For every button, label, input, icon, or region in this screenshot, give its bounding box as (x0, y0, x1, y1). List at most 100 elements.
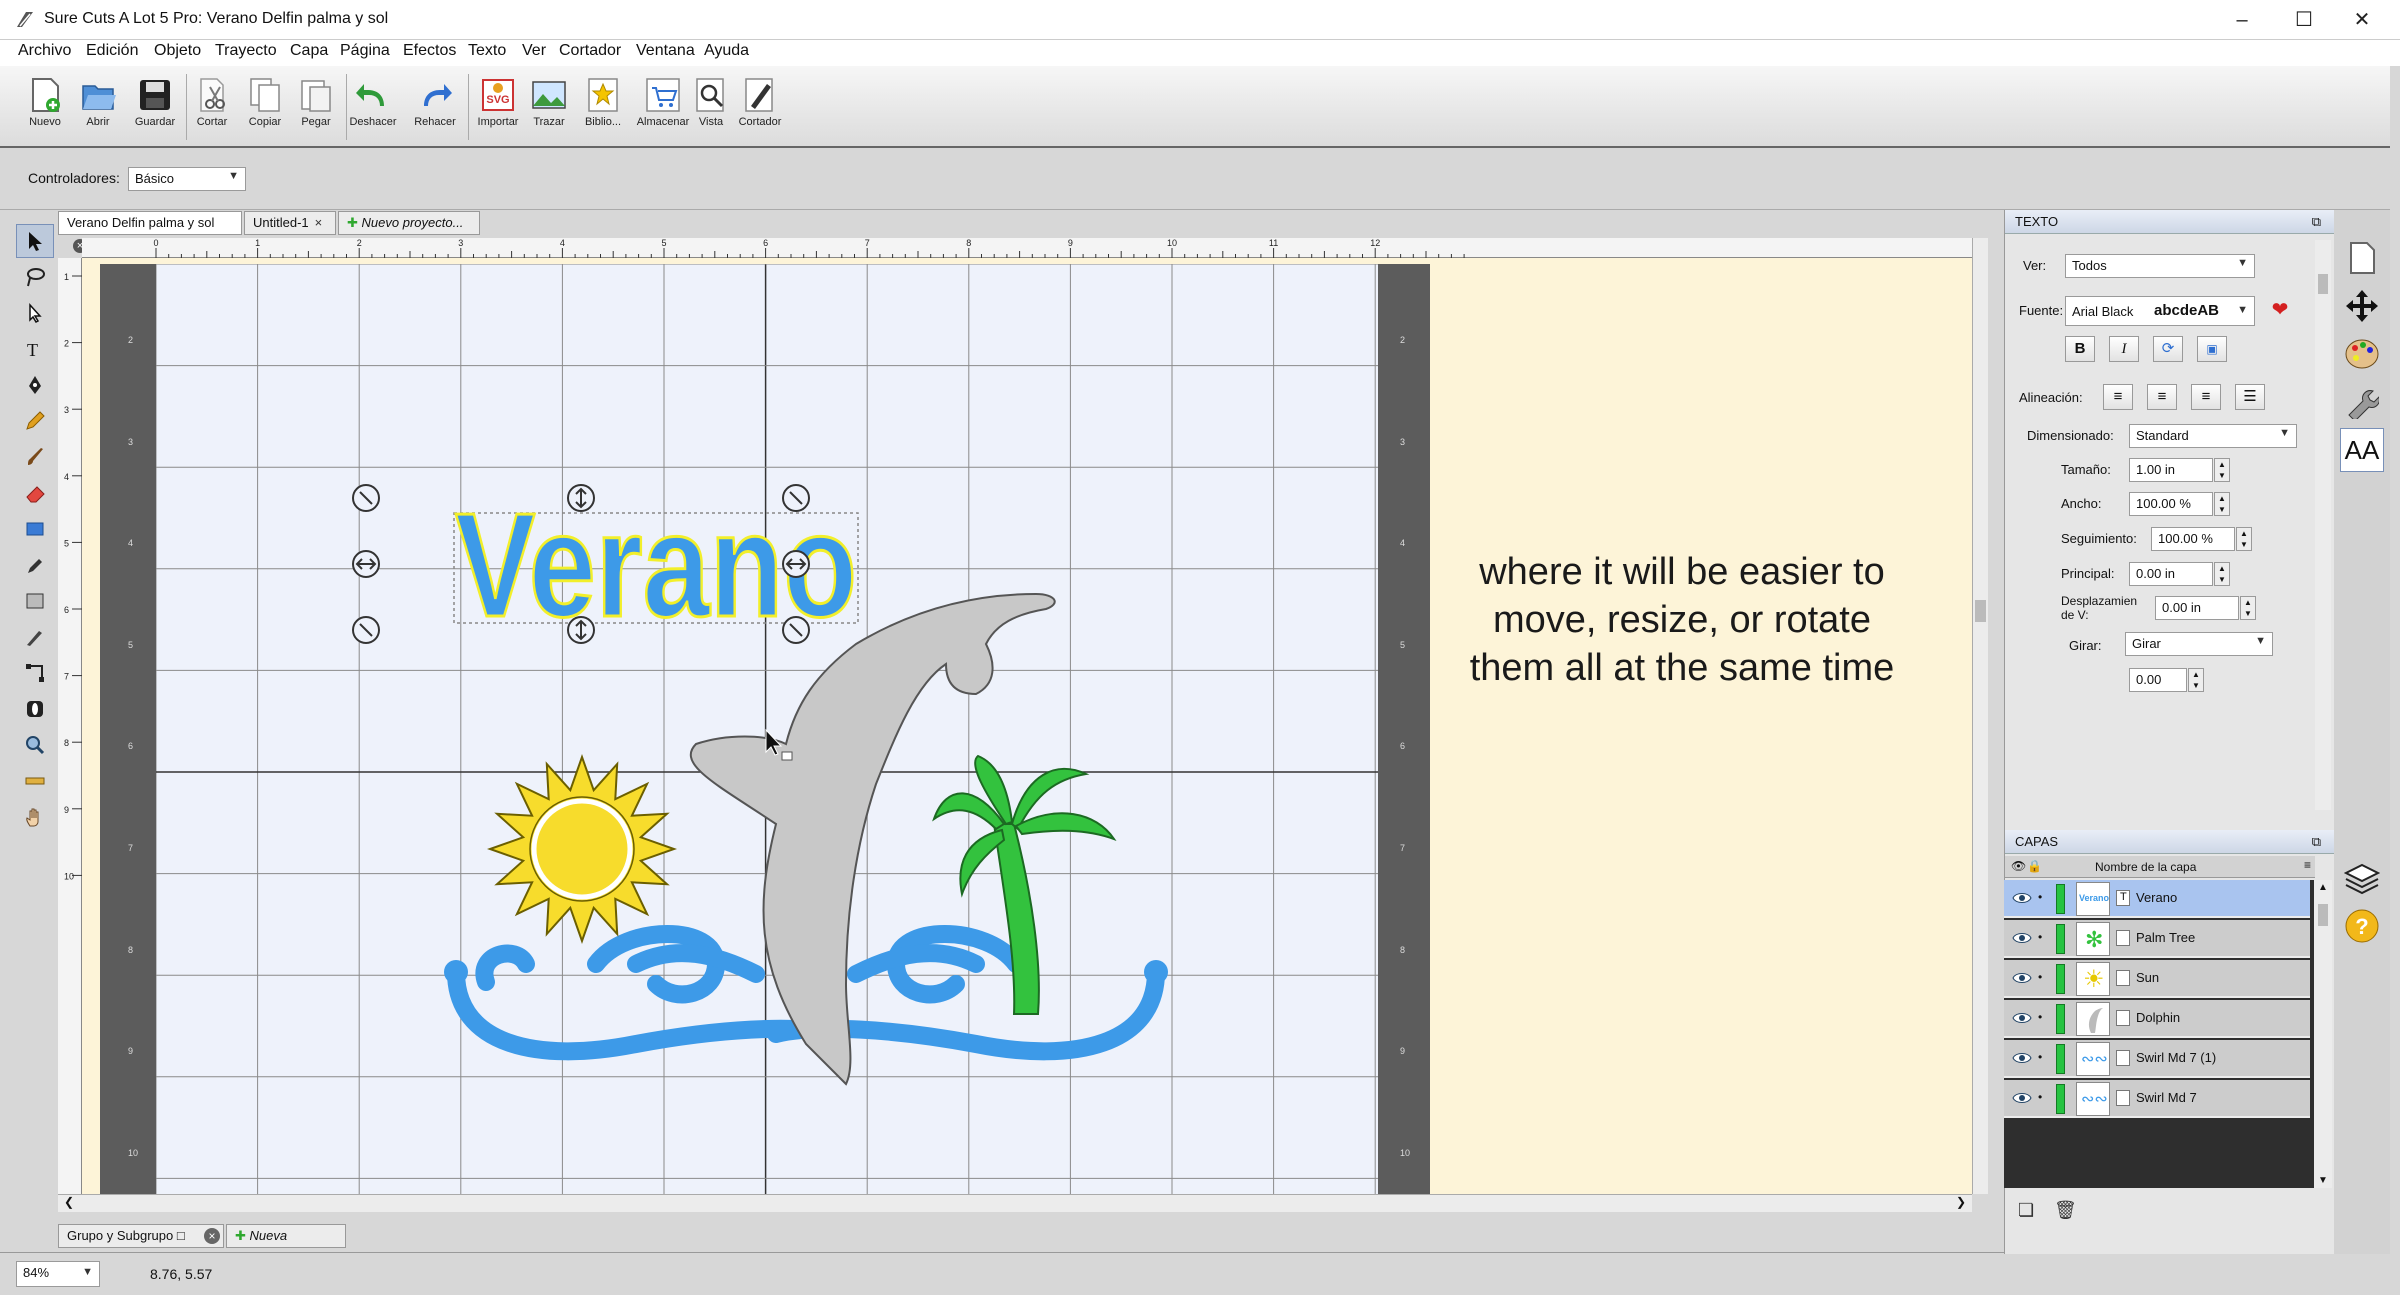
tracking-field[interactable]: 100.00 % ▲ ▼ (2151, 527, 2252, 551)
zoom-tool[interactable] (16, 728, 54, 762)
redo-button[interactable]: Rehacer (408, 70, 462, 144)
layers-scrollbar[interactable]: ▲ ▼ (2314, 880, 2332, 1188)
undock-icon[interactable]: ⧉ (2312, 210, 2321, 234)
leading-field[interactable]: 0.00 in ▲ ▼ (2129, 562, 2230, 586)
scroll-thumb[interactable] (2318, 274, 2328, 294)
scroll-up-icon[interactable]: ▲ (2318, 882, 2328, 893)
copy-button[interactable]: Copiar (238, 70, 292, 144)
layer-color-swatch[interactable] (2056, 1044, 2065, 1074)
color-dock-button[interactable] (2340, 332, 2384, 376)
bold-button[interactable]: B (2065, 336, 2095, 362)
layers-dock-button[interactable] (2340, 856, 2384, 900)
pen-tool[interactable] (16, 368, 54, 402)
tab-new-project[interactable]: ✚ Nuevo proyecto... (338, 211, 480, 235)
eye-icon[interactable] (2012, 1051, 2032, 1065)
align-right-button[interactable]: ≡ (2191, 384, 2221, 410)
view-select[interactable]: Todos ▼ (2065, 254, 2255, 278)
zoom-select[interactable]: 84% ▼ (16, 1261, 100, 1287)
lasso-tool[interactable] (16, 260, 54, 294)
menu-objeto[interactable]: Objeto (154, 42, 201, 60)
reset-style-button[interactable]: ⟳ (2153, 336, 2183, 362)
font-select[interactable]: Arial Black abcdeAB ▼ (2065, 296, 2255, 326)
layer-color-swatch[interactable] (2056, 924, 2065, 954)
menu-archivo[interactable]: Archivo (18, 42, 71, 60)
spinner-arrows-icon[interactable]: ▲ ▼ (2240, 596, 2256, 620)
eye-icon[interactable] (2012, 1091, 2032, 1105)
preview-button[interactable]: Vista (684, 70, 738, 144)
vertical-offset-field[interactable]: 0.00 in ▲ ▼ (2155, 596, 2256, 620)
spinner-arrows-icon[interactable]: ▲ ▼ (2214, 492, 2230, 516)
open-button[interactable]: Abrir (71, 70, 125, 144)
trace-button[interactable]: Trazar (522, 70, 576, 144)
menu-trayecto[interactable]: Trayecto (215, 42, 277, 60)
scroll-right-icon[interactable]: ❯ (1956, 1195, 1966, 1209)
save-button[interactable]: Guardar (128, 70, 182, 144)
minimize-button[interactable]: – (2212, 0, 2272, 40)
spinner-arrows-icon[interactable]: ▲ ▼ (2214, 562, 2230, 586)
layer-row-dolphin[interactable]: • Dolphin (2004, 1000, 2310, 1038)
menu-ver[interactable]: Ver (522, 42, 546, 60)
layer-color-swatch[interactable] (2056, 884, 2065, 914)
scroll-left-icon[interactable]: ❮ (64, 1195, 74, 1209)
horizontal-scrollbar[interactable]: ❮ ❯ (58, 1194, 1972, 1212)
eyedropper-tool[interactable] (16, 548, 54, 582)
eye-icon[interactable] (2012, 1011, 2032, 1025)
menu-edicion[interactable]: Edición (86, 42, 138, 60)
undock-icon[interactable]: ⧉ (2312, 830, 2321, 854)
select-tool[interactable] (16, 224, 54, 258)
text-tool[interactable]: T (16, 332, 54, 366)
close-button[interactable]: ✕ (2332, 0, 2392, 40)
path-tool[interactable] (16, 656, 54, 690)
pencil-tool[interactable] (16, 404, 54, 438)
layer-row-sun[interactable]: • ☀ Sun (2004, 960, 2310, 998)
size-field[interactable]: 1.00 in ▲ ▼ (2129, 458, 2230, 482)
menu-lines-icon[interactable]: ≡ (2304, 858, 2311, 872)
cut-button[interactable]: Cortar (185, 70, 239, 144)
layer-row-swirl-1[interactable]: • ∾∾ Swirl Md 7 (1) (2004, 1040, 2310, 1078)
favorite-font-button[interactable]: ❤ (2265, 298, 2295, 324)
document-dock-button[interactable] (2340, 236, 2384, 280)
maximize-button[interactable]: ☐ (2274, 0, 2334, 40)
close-tab-icon[interactable]: × (315, 215, 323, 230)
menu-pagina[interactable]: Página (340, 42, 390, 60)
undo-button[interactable]: Deshacer (346, 70, 400, 144)
scroll-thumb[interactable] (2318, 904, 2328, 926)
help-dock-button[interactable]: ? (2340, 904, 2384, 948)
design-canvas[interactable]: Verano where it will be easier to move, … (82, 258, 1972, 1194)
rotate-select[interactable]: Girar ▼ (2125, 632, 2273, 656)
shape-tool[interactable] (16, 512, 54, 546)
scroll-thumb[interactable] (1975, 600, 1986, 622)
layer-color-swatch[interactable] (2056, 1084, 2065, 1114)
tools-dock-button[interactable] (2340, 380, 2384, 424)
spinner-arrows-icon[interactable]: ▲ ▼ (2214, 458, 2230, 482)
eye-icon[interactable] (2012, 891, 2032, 905)
sizing-select[interactable]: Standard ▼ (2129, 424, 2297, 448)
lock-dot-icon[interactable]: • (2038, 970, 2042, 984)
add-layer-button[interactable]: ❏ (2018, 1200, 2042, 1224)
menu-texto[interactable]: Texto (468, 42, 506, 60)
menu-ventana[interactable]: Ventana (636, 42, 695, 60)
fill-tool[interactable] (16, 584, 54, 618)
delete-layer-button[interactable]: 🗑 (2054, 1200, 2078, 1224)
lock-dot-icon[interactable]: • (2038, 930, 2042, 944)
scroll-down-icon[interactable]: ▼ (2318, 1175, 2328, 1186)
brush-tool[interactable] (16, 440, 54, 474)
eye-icon[interactable] (2012, 931, 2032, 945)
paste-button[interactable]: Pegar (289, 70, 343, 144)
text-panel-scrollbar[interactable] (2315, 240, 2331, 810)
menu-cortador[interactable]: Cortador (559, 42, 621, 60)
align-left-button[interactable]: ≡ (2103, 384, 2133, 410)
layer-row-palm-tree[interactable]: • ✻ Palm Tree (2004, 920, 2310, 958)
width-field[interactable]: 100.00 % ▲ ▼ (2129, 492, 2230, 516)
lock-dot-icon[interactable]: • (2038, 890, 2042, 904)
italic-button[interactable]: I (2109, 336, 2139, 362)
eye-icon[interactable] (2012, 971, 2032, 985)
spinner-arrows-icon[interactable]: ▲ ▼ (2236, 527, 2252, 551)
tab-verano-delfin[interactable]: Verano Delfin palma y sol× (58, 211, 242, 253)
store-button[interactable]: Almacenar (636, 70, 690, 144)
knife-tool[interactable] (16, 620, 54, 654)
palm-tree-shape[interactable] (932, 754, 1117, 1015)
menu-ayuda[interactable]: Ayuda (704, 42, 749, 60)
page-tab-new[interactable]: ✚ Nueva página... (226, 1224, 346, 1265)
layer-color-swatch[interactable] (2056, 964, 2065, 994)
